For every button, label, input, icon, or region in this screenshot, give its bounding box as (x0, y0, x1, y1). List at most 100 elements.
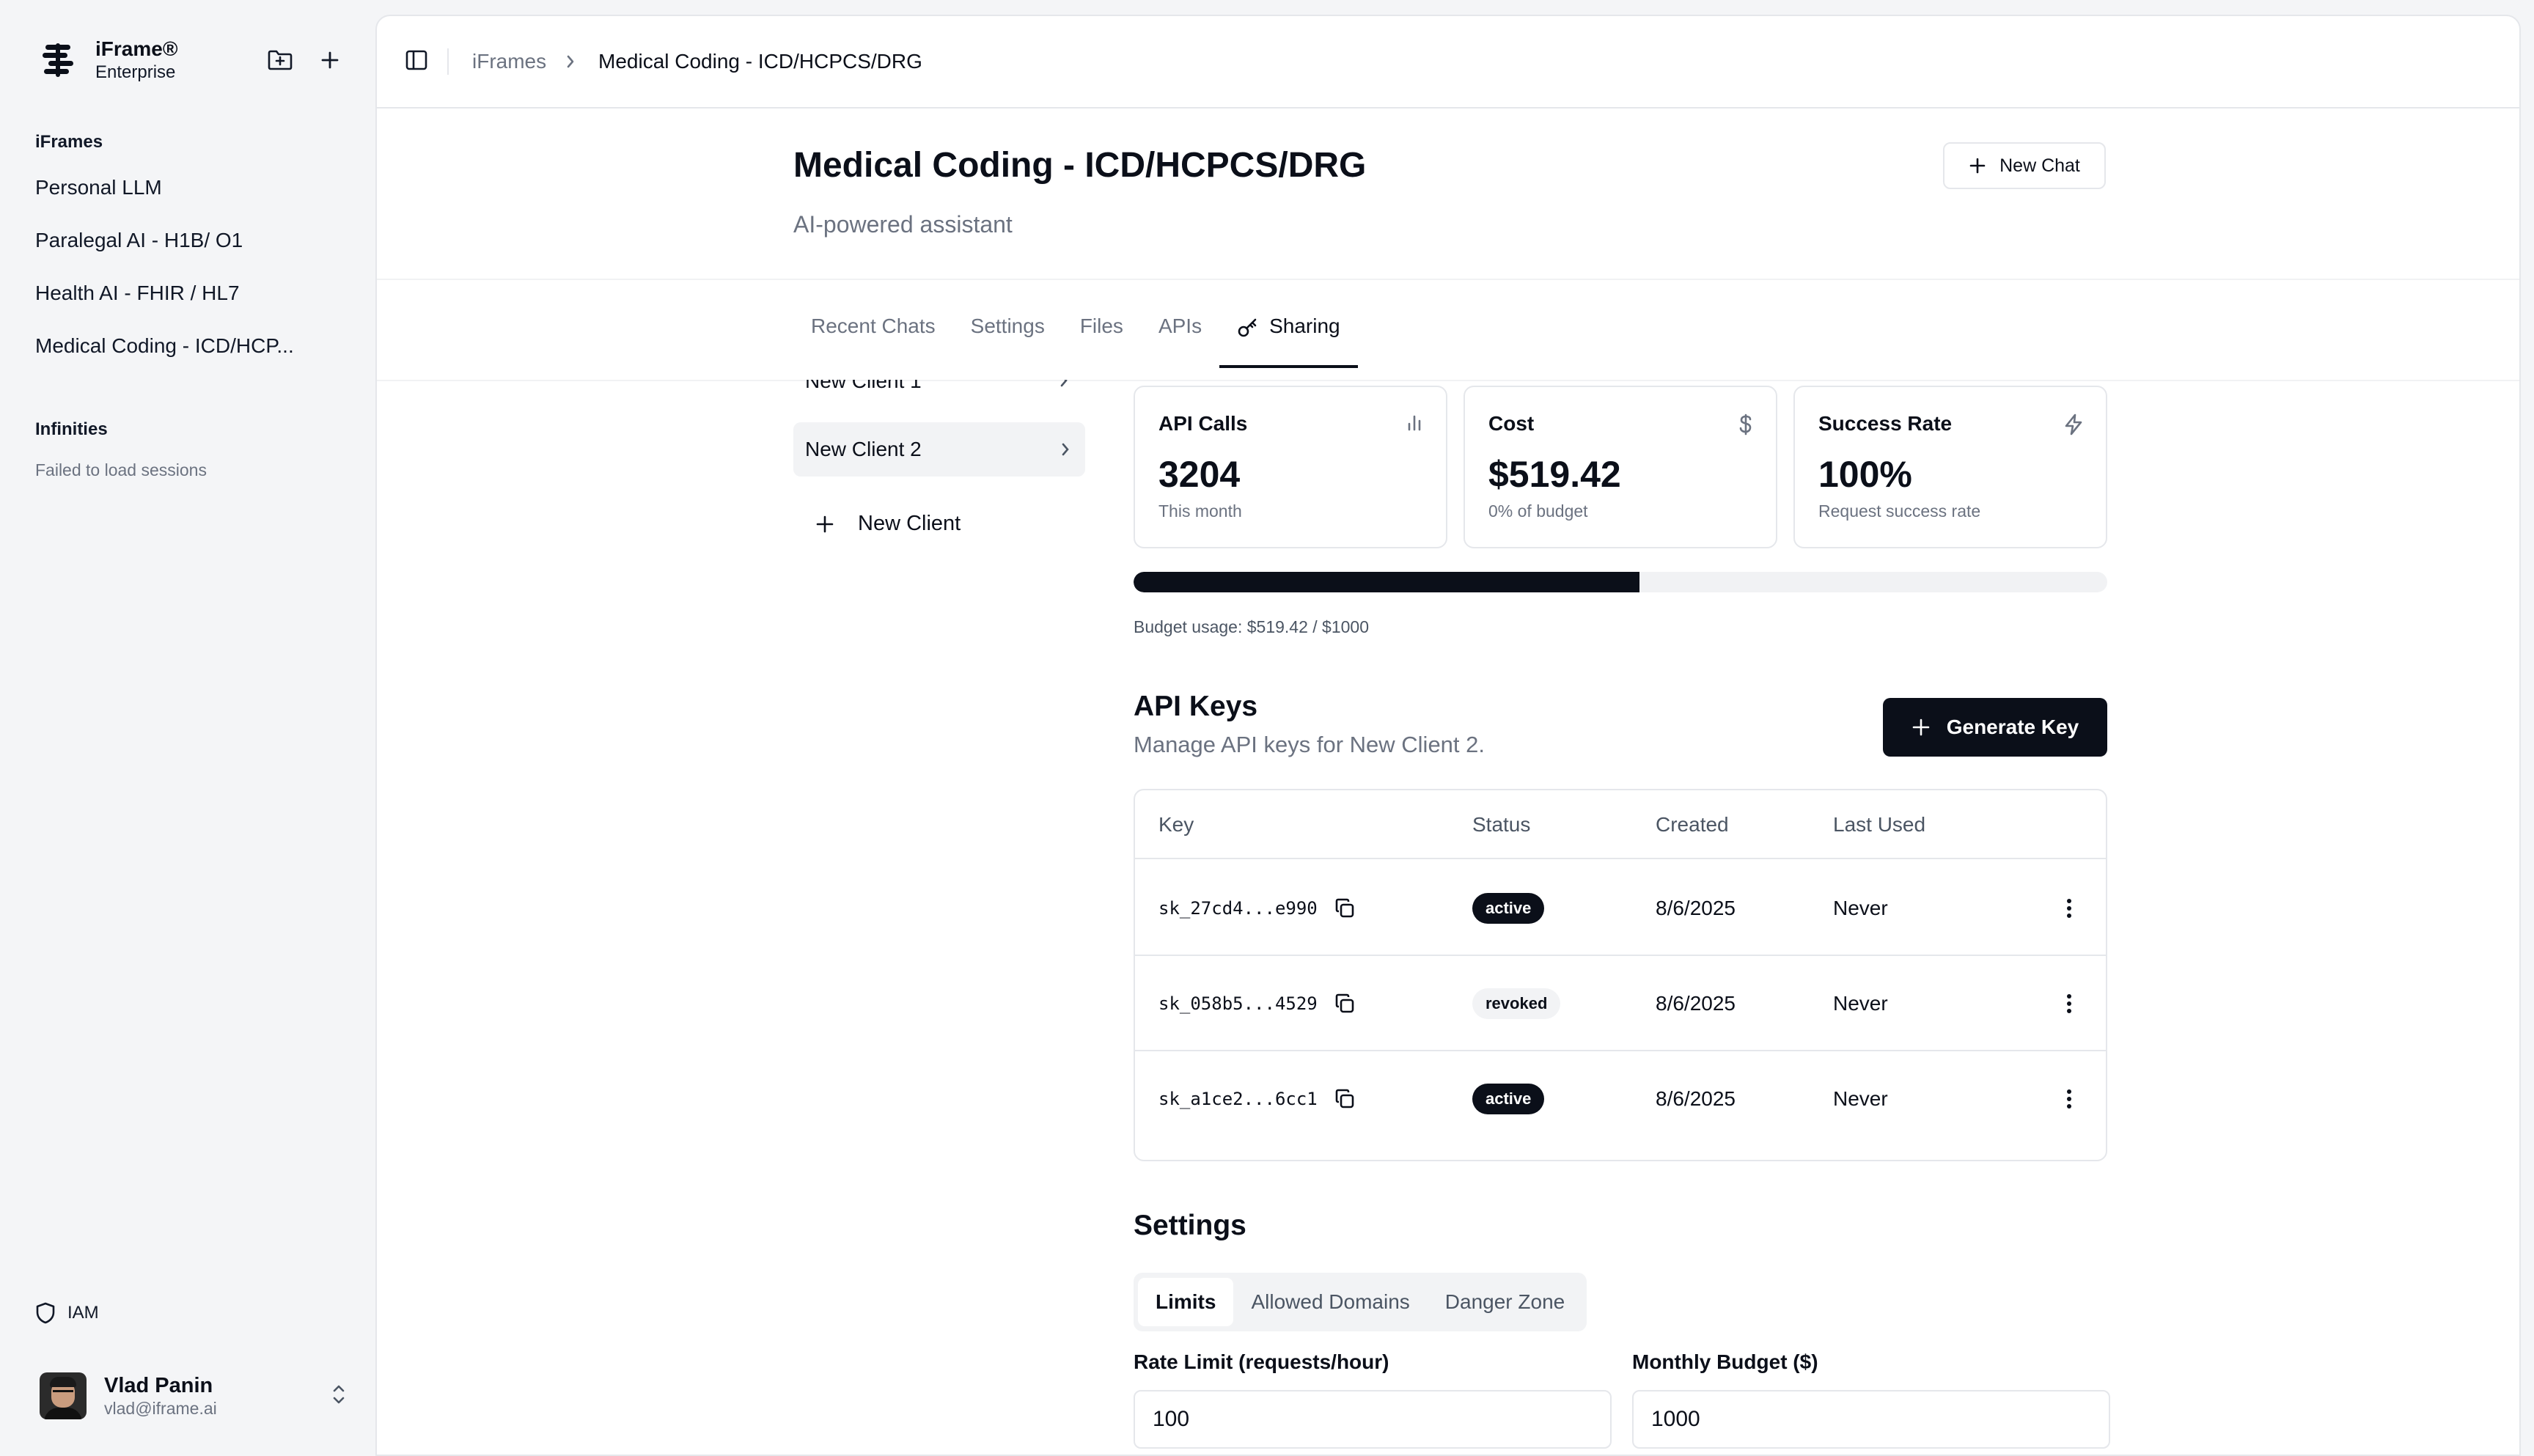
api-key-value: sk_a1ce2...6cc1 (1158, 1089, 1318, 1109)
client-item-label: New Client 2 (805, 438, 922, 460)
stat-card-api-calls: API Calls 3204 This month (1134, 386, 1447, 548)
new-chat-label: New Chat (1999, 155, 2080, 176)
settings-tab-limits[interactable]: Limits (1138, 1278, 1234, 1326)
created-date: 8/6/2025 (1656, 897, 1736, 919)
row-menu-button[interactable] (2053, 988, 2085, 1020)
monthly-budget-input[interactable] (1632, 1390, 2110, 1449)
api-key-value: sk_058b5...4529 (1158, 993, 1318, 1014)
shield-icon (36, 1302, 55, 1324)
row-menu-button[interactable] (2053, 892, 2085, 924)
rate-limit-input[interactable] (1134, 1390, 1612, 1449)
new-folder-button[interactable] (265, 45, 295, 75)
plus-icon (1912, 718, 1930, 736)
status-badge: active (1472, 1084, 1545, 1114)
main-panel: iFrames Medical Coding - ICD/HCPCS/DRG M… (375, 15, 2521, 1456)
lightning-icon (2065, 413, 2082, 435)
stat-value: $519.42 (1488, 454, 1621, 495)
breadcrumb-root[interactable]: iFrames (472, 47, 546, 76)
more-vertical-icon (2067, 899, 2071, 918)
brand-name: iFrame® (95, 37, 178, 60)
chevron-up-down-icon (333, 1385, 345, 1404)
tab-bar: Recent Chats Settings Files APIs Sharing (793, 308, 1358, 368)
client-item-1[interactable]: New Client 1 (793, 380, 1085, 402)
new-client-label: New Client (858, 512, 961, 535)
new-iframe-button[interactable] (315, 45, 345, 75)
brand-logo-icon (43, 43, 73, 77)
new-client-button[interactable]: New Client (815, 512, 961, 536)
plus-icon (816, 515, 834, 532)
user-email: vlad@iframe.ai (104, 1399, 217, 1418)
chevron-right-icon (1060, 380, 1068, 387)
plus-icon (1969, 158, 1986, 174)
client-item-2[interactable]: New Client 2 (793, 422, 1085, 477)
column-header-status: Status (1472, 813, 1531, 836)
monthly-budget-label: Monthly Budget ($) (1632, 1350, 1818, 1373)
tab-files[interactable]: Files (1062, 308, 1141, 368)
copy-key-button[interactable] (1334, 1088, 1356, 1110)
table-row: sk_27cd4...e990 active 8/6/2025 Never (1135, 861, 2106, 956)
infinities-status: Failed to load sessions (35, 460, 207, 479)
sidebar-item-paralegal-ai[interactable]: Paralegal AI - H1B/ O1 (35, 229, 243, 252)
more-vertical-icon (2067, 994, 2071, 1013)
row-menu-button[interactable] (2053, 1083, 2085, 1115)
top-bar: iFrames Medical Coding - ICD/HCPCS/DRG (377, 16, 2519, 109)
tab-sharing[interactable]: Sharing (1219, 308, 1358, 368)
status-badge: active (1472, 893, 1545, 924)
brand-tier: Enterprise (95, 62, 176, 82)
settings-tab-bar: Limits Allowed Domains Danger Zone (1134, 1273, 1587, 1331)
brand[interactable]: iFrame® Enterprise (38, 37, 177, 84)
generate-key-label: Generate Key (1946, 716, 2079, 738)
divider (377, 279, 2519, 280)
stat-note: This month (1158, 501, 1242, 521)
client-item-label: New Client 1 (805, 380, 922, 392)
rate-limit-label: Rate Limit (requests/hour) (1134, 1350, 1389, 1373)
sidebar-toggle-button[interactable] (402, 45, 431, 75)
sidebar-item-personal-llm[interactable]: Personal LLM (35, 176, 162, 199)
folder-plus-icon (268, 50, 293, 70)
page-subtitle: AI-powered assistant (793, 211, 1013, 238)
stat-label: API Calls (1158, 412, 1248, 435)
user-name: Vlad Panin (104, 1374, 213, 1397)
last-used: Never (1833, 1087, 1888, 1110)
budget-progress-fill (1134, 572, 1639, 592)
user-menu[interactable]: Vlad Panin vlad@iframe.ai (40, 1372, 348, 1419)
dollar-icon (1739, 413, 1752, 435)
settings-tab-allowed-domains[interactable]: Allowed Domains (1233, 1278, 1427, 1326)
panel-left-icon (405, 50, 427, 70)
table-header: Key Status Created Last Used (1135, 790, 2106, 859)
sidebar: iFrame® Enterprise iFrames Personal LLM … (0, 0, 374, 1456)
created-date: 8/6/2025 (1656, 1087, 1736, 1110)
last-used: Never (1833, 992, 1888, 1015)
new-chat-button[interactable]: New Chat (1943, 142, 2106, 189)
breadcrumb-current: Medical Coding - ICD/HCPCS/DRG (598, 50, 922, 73)
key-icon (1238, 318, 1257, 337)
stat-label: Success Rate (1818, 412, 1953, 435)
tab-settings[interactable]: Settings (953, 308, 1062, 368)
copy-key-button[interactable] (1334, 897, 1356, 919)
settings-tab-danger-zone[interactable]: Danger Zone (1428, 1278, 1582, 1326)
budget-progress-bar (1134, 572, 2107, 592)
column-header-last-used: Last Used (1833, 813, 1926, 836)
copy-key-button[interactable] (1334, 993, 1356, 1015)
iam-link[interactable]: IAM (35, 1302, 99, 1324)
bar-chart-icon (1408, 415, 1421, 431)
stat-note: 0% of budget (1488, 501, 1588, 521)
sidebar-section-infinities: Infinities (35, 419, 108, 439)
column-header-key: Key (1158, 813, 1194, 836)
column-header-created: Created (1656, 813, 1729, 836)
sidebar-item-health-ai[interactable]: Health AI - FHIR / HL7 (35, 282, 240, 305)
divider (447, 48, 449, 75)
created-date: 8/6/2025 (1656, 992, 1736, 1015)
tab-recent-chats[interactable]: Recent Chats (793, 308, 953, 368)
sidebar-item-medical-coding[interactable]: Medical Coding - ICD/HCP... (35, 334, 294, 358)
status-badge: revoked (1472, 988, 1561, 1019)
generate-key-button[interactable]: Generate Key (1883, 698, 2107, 757)
chevron-right-icon (1062, 443, 1069, 456)
api-keys-table: Key Status Created Last Used sk_27cd4...… (1134, 789, 2107, 1161)
stat-label: Cost (1488, 412, 1535, 435)
chevron-right-icon (567, 55, 574, 68)
api-keys-title: API Keys (1134, 691, 1258, 722)
stat-value: 100% (1818, 454, 1912, 495)
tab-apis[interactable]: APIs (1141, 308, 1219, 368)
stat-card-success-rate: Success Rate 100% Request success rate (1793, 386, 2107, 548)
